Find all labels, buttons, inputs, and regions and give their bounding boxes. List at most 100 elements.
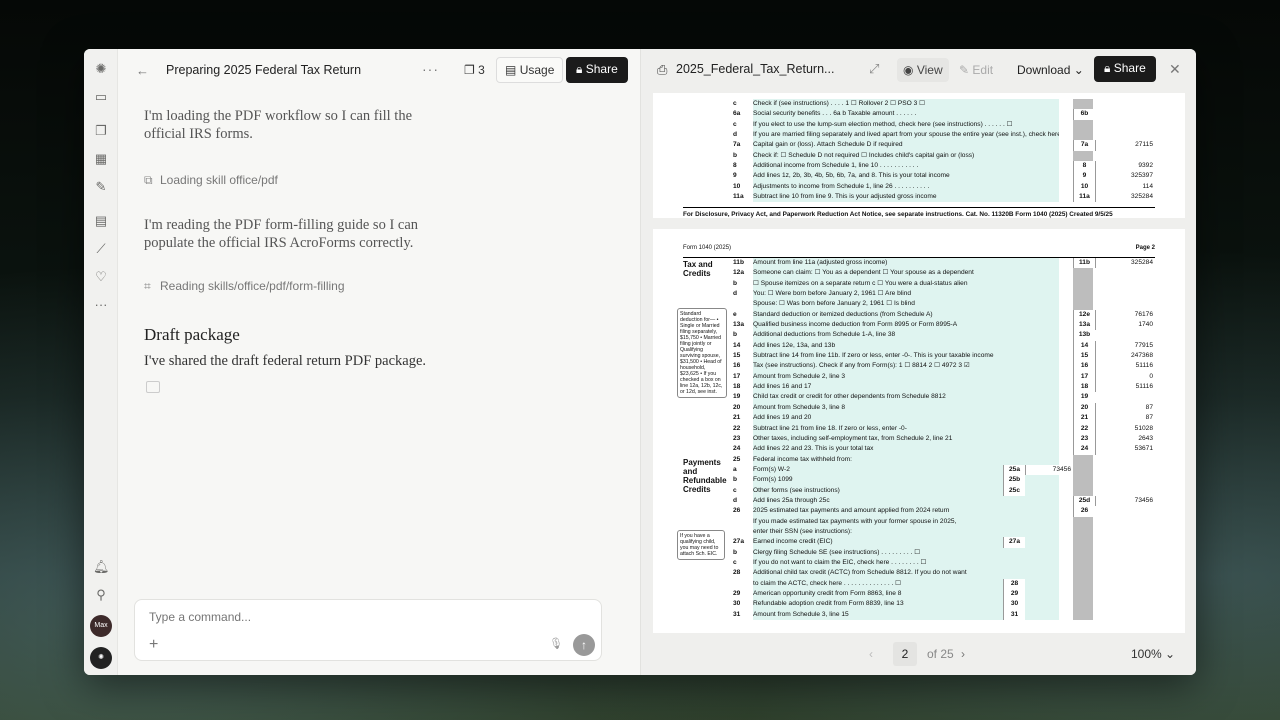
- form-row: 11b Amount from line 11a (adjusted gross …: [683, 258, 1155, 269]
- field-value[interactable]: 1740: [1095, 320, 1155, 331]
- inner-field-value[interactable]: 73456: [1025, 464, 1073, 476]
- line-text: Tax (see instructions). Check if any fro…: [753, 361, 1059, 372]
- form-row: 22 Subtract line 21 from line 18. If zero…: [683, 423, 1155, 434]
- field-value[interactable]: 53671: [1095, 444, 1155, 455]
- share-label: Share: [1113, 61, 1146, 75]
- box-label: 9: [1073, 171, 1095, 182]
- usage-button[interactable]: ▤ Usage: [496, 57, 564, 83]
- line-number: 23: [733, 434, 741, 442]
- shaded-cell: [1073, 464, 1093, 476]
- heart-icon[interactable]: ♡: [93, 269, 109, 285]
- field-value[interactable]: 247368: [1095, 351, 1155, 362]
- form-row: 24 Add lines 22 and 23. This is your tota…: [683, 444, 1155, 455]
- send-button[interactable]: ↑: [573, 634, 595, 656]
- line-number: b: [733, 476, 738, 484]
- close-icon[interactable]: ✕: [1169, 61, 1181, 78]
- share-button[interactable]: 🔒︎ Share: [566, 57, 628, 83]
- line-number: 31: [733, 610, 741, 618]
- field-value[interactable]: 76176: [1095, 309, 1155, 321]
- shaded-cell: [1073, 537, 1093, 548]
- shaded-cell: [1073, 589, 1093, 600]
- chart-icon[interactable]: ⟋: [93, 241, 109, 257]
- pdf-page-1: c Check if (see instructions) . . . . 1 ☐…: [653, 93, 1185, 218]
- pdf-pages[interactable]: c Check if (see instructions) . . . . 1 ☐…: [653, 93, 1185, 633]
- page-number-input[interactable]: 2: [893, 642, 917, 666]
- tool-step[interactable]: ⧉ Loading skill office/pdf: [144, 173, 278, 188]
- view-label: View: [916, 63, 943, 77]
- form-row: 21 Add lines 19 and 20 21 87: [683, 413, 1155, 424]
- form-row: 6a Social security benefits . . . 6a b Ta…: [683, 109, 1155, 120]
- field-value[interactable]: 0: [1095, 371, 1155, 383]
- files-count-button[interactable]: ❐ 3: [458, 61, 491, 81]
- download-button[interactable]: Download ⌄: [1011, 58, 1090, 82]
- field-value[interactable]: 51116: [1095, 382, 1155, 393]
- tool-step[interactable]: ⌗ Reading skills/office/pdf/form-filling: [144, 279, 345, 294]
- chevron-left-icon[interactable]: ‹: [869, 647, 873, 661]
- view-button[interactable]: ◉ View: [897, 58, 949, 82]
- shaded-cell: [1073, 547, 1093, 558]
- line-number: 11a: [733, 193, 744, 201]
- arrow-left-icon[interactable]: ←: [136, 63, 149, 78]
- field-value[interactable]: 325284: [1095, 258, 1155, 269]
- share-button[interactable]: 🔒︎ Share: [1094, 56, 1156, 82]
- chat-icon[interactable]: ▭: [93, 89, 109, 105]
- copy-icon[interactable]: ❐: [93, 123, 109, 139]
- assistant-message: I'm reading the PDF form-filling guide s…: [144, 217, 419, 251]
- more-icon[interactable]: ···: [93, 297, 109, 313]
- chevron-right-icon[interactable]: ›: [961, 647, 965, 661]
- zoom-select[interactable]: 100% ⌄: [1131, 647, 1175, 661]
- shaded-cell: [1073, 557, 1093, 569]
- command-input[interactable]: [149, 610, 449, 624]
- tool-icon[interactable]: ✎: [93, 179, 109, 195]
- expand-icon[interactable]: ⤢: [869, 61, 879, 77]
- table-icon[interactable]: ▤: [93, 213, 109, 229]
- mic-icon[interactable]: 🎙︎: [549, 637, 563, 650]
- line-text: Additional deductions from Schedule 1-A,…: [753, 330, 1059, 341]
- grid-icon[interactable]: ▦: [93, 151, 109, 167]
- field-value[interactable]: 27115: [1095, 140, 1155, 151]
- field-value[interactable]: 2643: [1095, 433, 1155, 445]
- line-number: b: [733, 279, 738, 287]
- field-value[interactable]: 87: [1095, 413, 1155, 424]
- line-text: Subtract line 10 from line 9. This is yo…: [753, 192, 1059, 203]
- line-text: If you elect to use the lump-sum electio…: [753, 119, 1059, 131]
- field-value[interactable]: 51028: [1095, 423, 1155, 434]
- avatar[interactable]: Max: [90, 615, 112, 637]
- org-icon[interactable]: ✺: [90, 647, 112, 669]
- logo-icon[interactable]: ✺: [93, 61, 109, 77]
- attachment-icon[interactable]: [146, 381, 160, 393]
- zoom-value: 100%: [1131, 647, 1162, 661]
- plus-icon[interactable]: +: [149, 636, 158, 654]
- field-value[interactable]: 114: [1095, 181, 1155, 193]
- chat-panel: ← Preparing 2025 Federal Tax Return ··· …: [118, 49, 640, 675]
- line-text: enter their SSN (see instructions):: [753, 526, 1059, 538]
- lock-icon: 🔒︎: [576, 62, 583, 76]
- line-number: 25: [733, 455, 741, 463]
- edit-button[interactable]: ✎ Edit: [953, 58, 999, 82]
- user-add-icon[interactable]: ⚲: [93, 587, 109, 603]
- field-value[interactable]: 325284: [1095, 192, 1155, 203]
- field-value[interactable]: 325397: [1095, 171, 1155, 182]
- shaded-cell: [1073, 299, 1093, 310]
- field-value[interactable]: 73456: [1095, 495, 1155, 507]
- line-text: Additional income from Schedule 1, line …: [753, 161, 1059, 172]
- usage-label: Usage: [519, 63, 555, 77]
- field-value[interactable]: 87: [1095, 402, 1155, 414]
- files-count: 3: [478, 63, 485, 77]
- line-text: Someone can claim: ☐ You as a dependent …: [753, 268, 1059, 279]
- line-text: If you are married filing separately and…: [753, 130, 1059, 141]
- field-value[interactable]: 77915: [1095, 340, 1155, 352]
- read-icon: ⌗: [144, 279, 151, 293]
- download-label: Download: [1017, 63, 1071, 77]
- field-value[interactable]: 51116: [1095, 361, 1155, 372]
- form-label: Form 1040 (2025): [683, 245, 732, 251]
- bell-icon[interactable]: 🔔︎: [93, 559, 110, 575]
- more-button[interactable]: ···: [422, 61, 439, 77]
- shaded-cell: [1073, 526, 1093, 538]
- box-label: 14: [1073, 340, 1095, 352]
- page-label: Page 2: [1135, 245, 1155, 251]
- form-row: b Additional deductions from Schedule 1-A…: [683, 330, 1155, 341]
- field-value[interactable]: 9392: [1095, 161, 1155, 172]
- draft-heading: Draft package: [144, 325, 240, 344]
- shaded-cell: [1073, 268, 1093, 279]
